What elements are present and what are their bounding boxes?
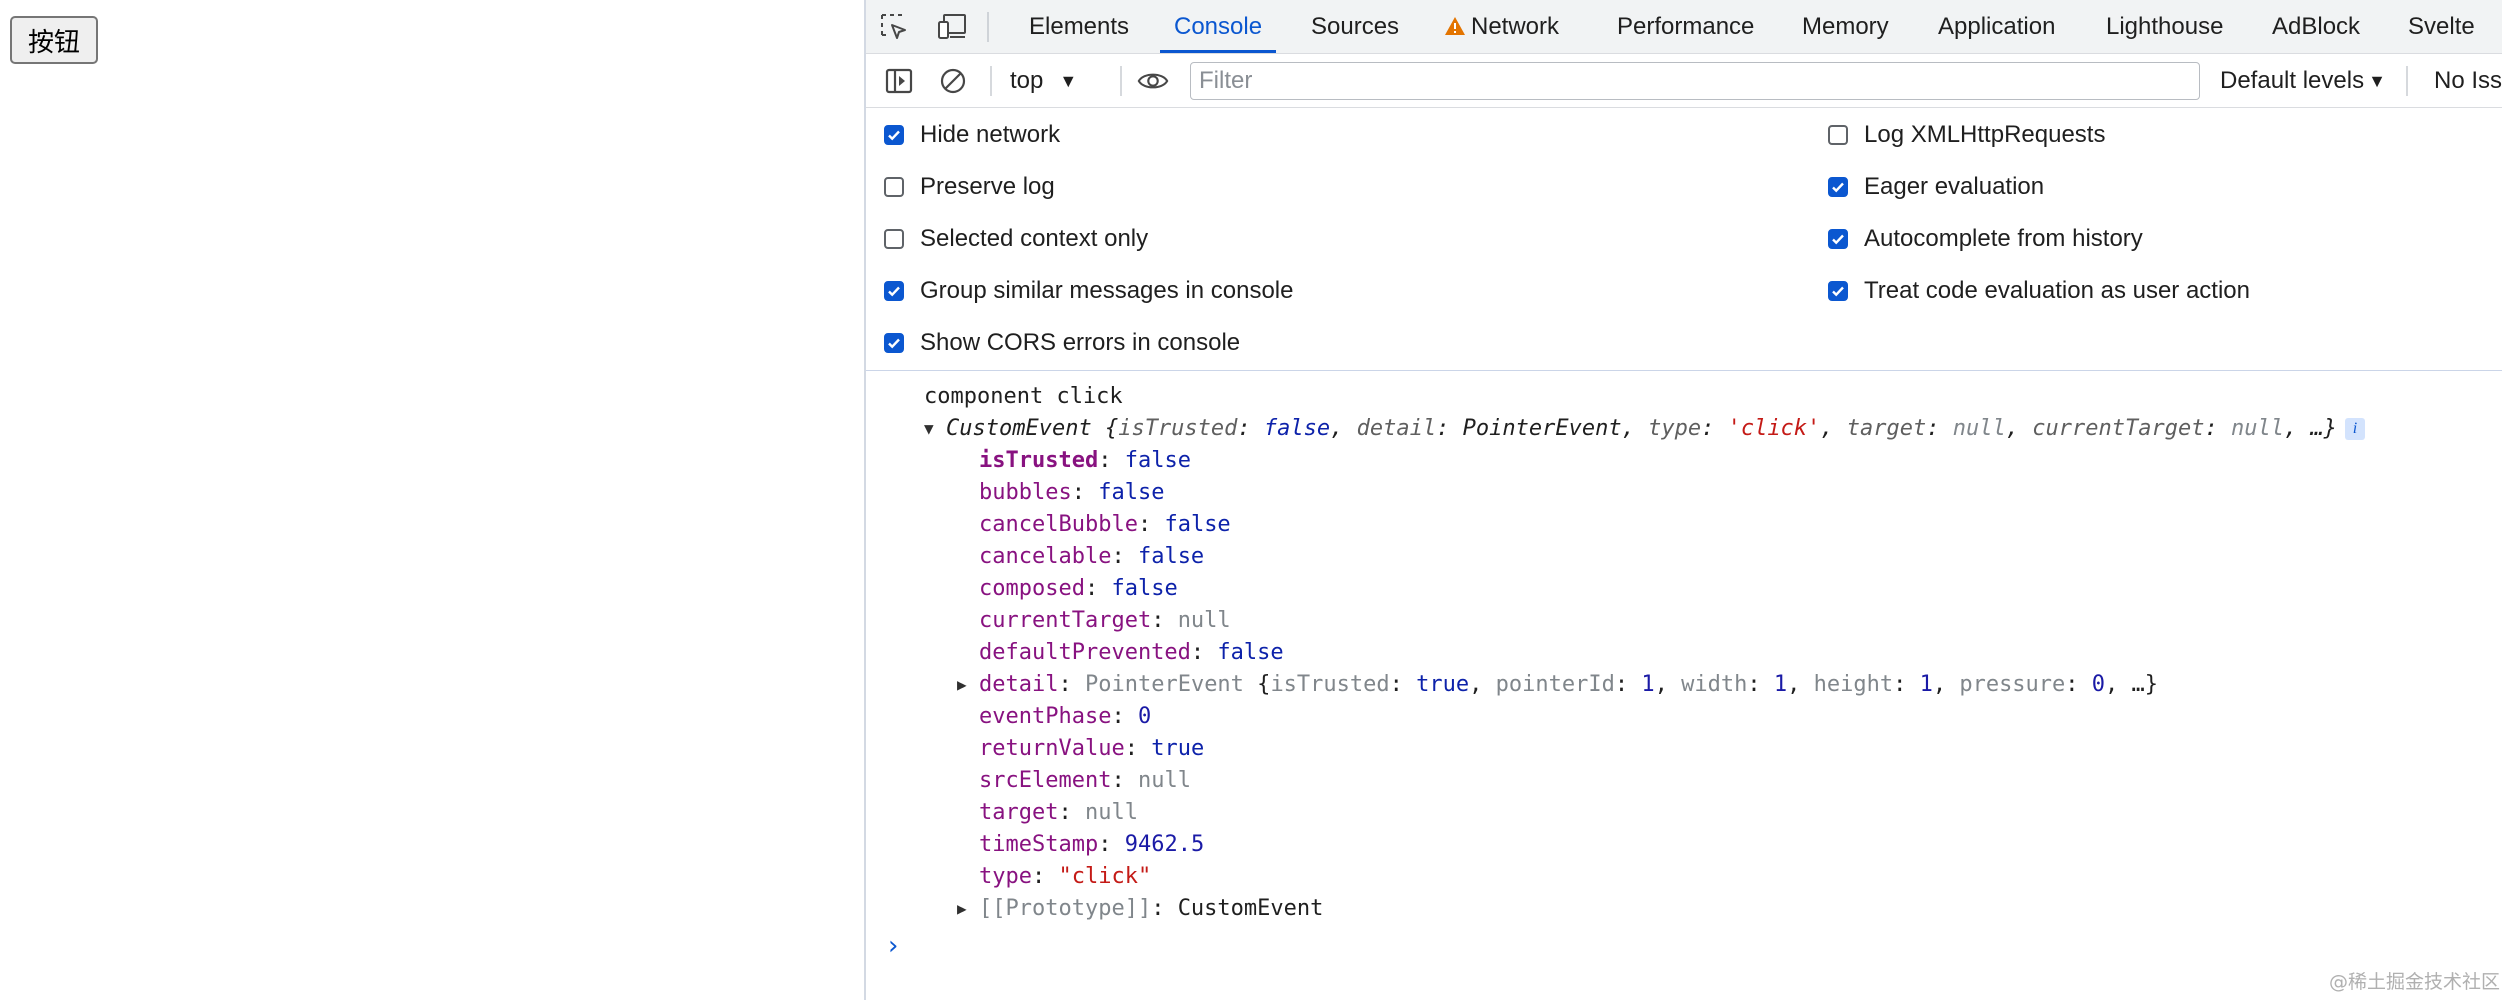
property-row: isTrusted: false (979, 448, 1191, 473)
chevron-down-icon: ▼ (2368, 71, 2386, 91)
issues-counter[interactable]: No Iss (2434, 64, 2502, 98)
chevron-down-icon: ▼ (1059, 71, 1078, 91)
setting-label: Log XMLHttpRequests (1864, 121, 2106, 148)
watermark: @稀土掘金技术社区 (2328, 971, 2500, 993)
setting-label: Group similar messages in console (920, 277, 1294, 304)
tab-application[interactable]: Application (1938, 0, 2055, 53)
property-row: target: null (979, 800, 1138, 825)
context-selector[interactable]: top ▼ (1010, 64, 1077, 98)
property-row: returnValue: true (979, 736, 1205, 761)
setting-label: Selected context only (920, 225, 1149, 252)
warning-icon (1445, 16, 1465, 35)
property-row: currentTarget: null (979, 608, 1231, 633)
tab-svelte[interactable]: Svelte (2408, 0, 2475, 53)
device-toolbar-icon[interactable] (936, 11, 968, 43)
setting-show-cors-errors[interactable]: Show CORS errors in console (884, 328, 1240, 358)
toolbar-separator (990, 66, 992, 96)
object-summary-row[interactable]: ▼ CustomEvent {isTrusted: false, detail: … (924, 413, 2365, 445)
setting-label: Eager evaluation (1864, 173, 2045, 200)
page-viewport: 按钮 (0, 0, 864, 1000)
property-row-detail[interactable]: ▶ detail: PointerEvent {isTrusted: true, … (957, 669, 2158, 701)
log-levels-label: Default levels (2220, 67, 2365, 94)
setting-label: Preserve log (920, 173, 1055, 200)
setting-selected-context-only[interactable]: Selected context only (884, 224, 1148, 254)
property-row: eventPhase: 0 (979, 704, 1152, 729)
setting-log-xmlhttprequests[interactable]: Log XMLHttpRequests (1828, 120, 2105, 150)
console-toolbar: top▼ Default levels▼ No Iss (866, 54, 2502, 108)
checkbox-unchecked[interactable] (1828, 125, 1848, 145)
tab-network[interactable]: Network (1444, 0, 1559, 53)
toolbar-separator (1120, 66, 1122, 96)
property-row: composed: false (979, 576, 1178, 601)
checkbox-checked[interactable] (884, 281, 904, 301)
setting-label: Hide network (920, 121, 1061, 148)
console-prompt-chevron-icon[interactable]: › (888, 931, 898, 961)
checkbox-checked[interactable] (884, 333, 904, 353)
tab-adblock[interactable]: AdBlock (2272, 0, 2360, 53)
property-row: srcElement: null (979, 768, 1191, 793)
property-row: cancelBubble: false (979, 512, 1231, 537)
tab-lighthouse[interactable]: Lighthouse (2106, 0, 2223, 53)
tab-elements[interactable]: Elements (1029, 0, 1129, 53)
object-class-name: CustomEvent (946, 416, 1092, 441)
inspect-element-icon[interactable] (878, 11, 910, 43)
property-row-prototype[interactable]: ▶ [[Prototype]]: CustomEvent (957, 893, 1323, 925)
setting-autocomplete-from-history[interactable]: Autocomplete from history (1828, 224, 2143, 254)
setting-label: Treat code evaluation as user action (1864, 277, 2251, 304)
tab-sources[interactable]: Sources (1311, 0, 1399, 53)
expand-triangle-right-icon[interactable]: ▶ (957, 669, 979, 701)
setting-hide-network[interactable]: Hide network (884, 120, 1060, 150)
checkbox-unchecked[interactable] (884, 177, 904, 197)
expand-triangle-right-icon[interactable]: ▶ (957, 893, 979, 925)
property-row: cancelable: false (979, 544, 1205, 569)
tabbar-separator (987, 12, 989, 42)
checkbox-unchecked[interactable] (884, 229, 904, 249)
expand-triangle-down-icon[interactable]: ▼ (924, 413, 946, 445)
property-row: bubbles: false (979, 480, 1165, 505)
filter-input[interactable] (1190, 62, 2200, 100)
devtools-tabbar: Elements Console Sources Network Perform… (866, 0, 2502, 54)
context-value: top (1010, 67, 1044, 94)
console-log-message: component click (924, 384, 1123, 409)
sidebar-toggle-icon[interactable] (882, 64, 916, 98)
console-settings-panel: Hide network Preserve log Selected conte… (866, 108, 2502, 371)
tab-console[interactable]: Console (1159, 0, 1277, 53)
info-icon[interactable]: i (2344, 418, 2365, 440)
live-expression-eye-icon[interactable] (1136, 64, 1170, 98)
log-levels-dropdown[interactable]: Default levels ▼ (2220, 64, 2386, 98)
checkbox-checked[interactable] (884, 125, 904, 145)
property-row: type: "click" (979, 864, 1152, 889)
checkbox-checked[interactable] (1828, 229, 1848, 249)
clear-console-icon[interactable] (936, 64, 970, 98)
devtools-panel: Elements Console Sources Network Perform… (864, 0, 2502, 1000)
property-row: defaultPrevented: false (979, 640, 1284, 665)
toolbar-separator (2406, 66, 2408, 96)
console-output: component click ▼ CustomEvent {isTrusted:… (866, 371, 2502, 1000)
setting-eager-evaluation[interactable]: Eager evaluation (1828, 172, 2044, 202)
checkbox-checked[interactable] (1828, 177, 1848, 197)
setting-preserve-log[interactable]: Preserve log (884, 172, 1055, 202)
checkbox-checked[interactable] (1828, 281, 1848, 301)
setting-label: Show CORS errors in console (920, 329, 1241, 356)
tab-memory[interactable]: Memory (1802, 0, 1889, 53)
setting-group-similar[interactable]: Group similar messages in console (884, 276, 1294, 306)
property-row: timeStamp: 9462.5 (979, 832, 1205, 857)
setting-treat-code-as-user-action[interactable]: Treat code evaluation as user action (1828, 276, 2250, 306)
tab-performance[interactable]: Performance (1617, 0, 1754, 53)
page-button[interactable]: 按钮 (10, 16, 99, 64)
setting-label: Autocomplete from history (1864, 225, 2143, 252)
tab-network-label: Network (1471, 13, 1560, 40)
